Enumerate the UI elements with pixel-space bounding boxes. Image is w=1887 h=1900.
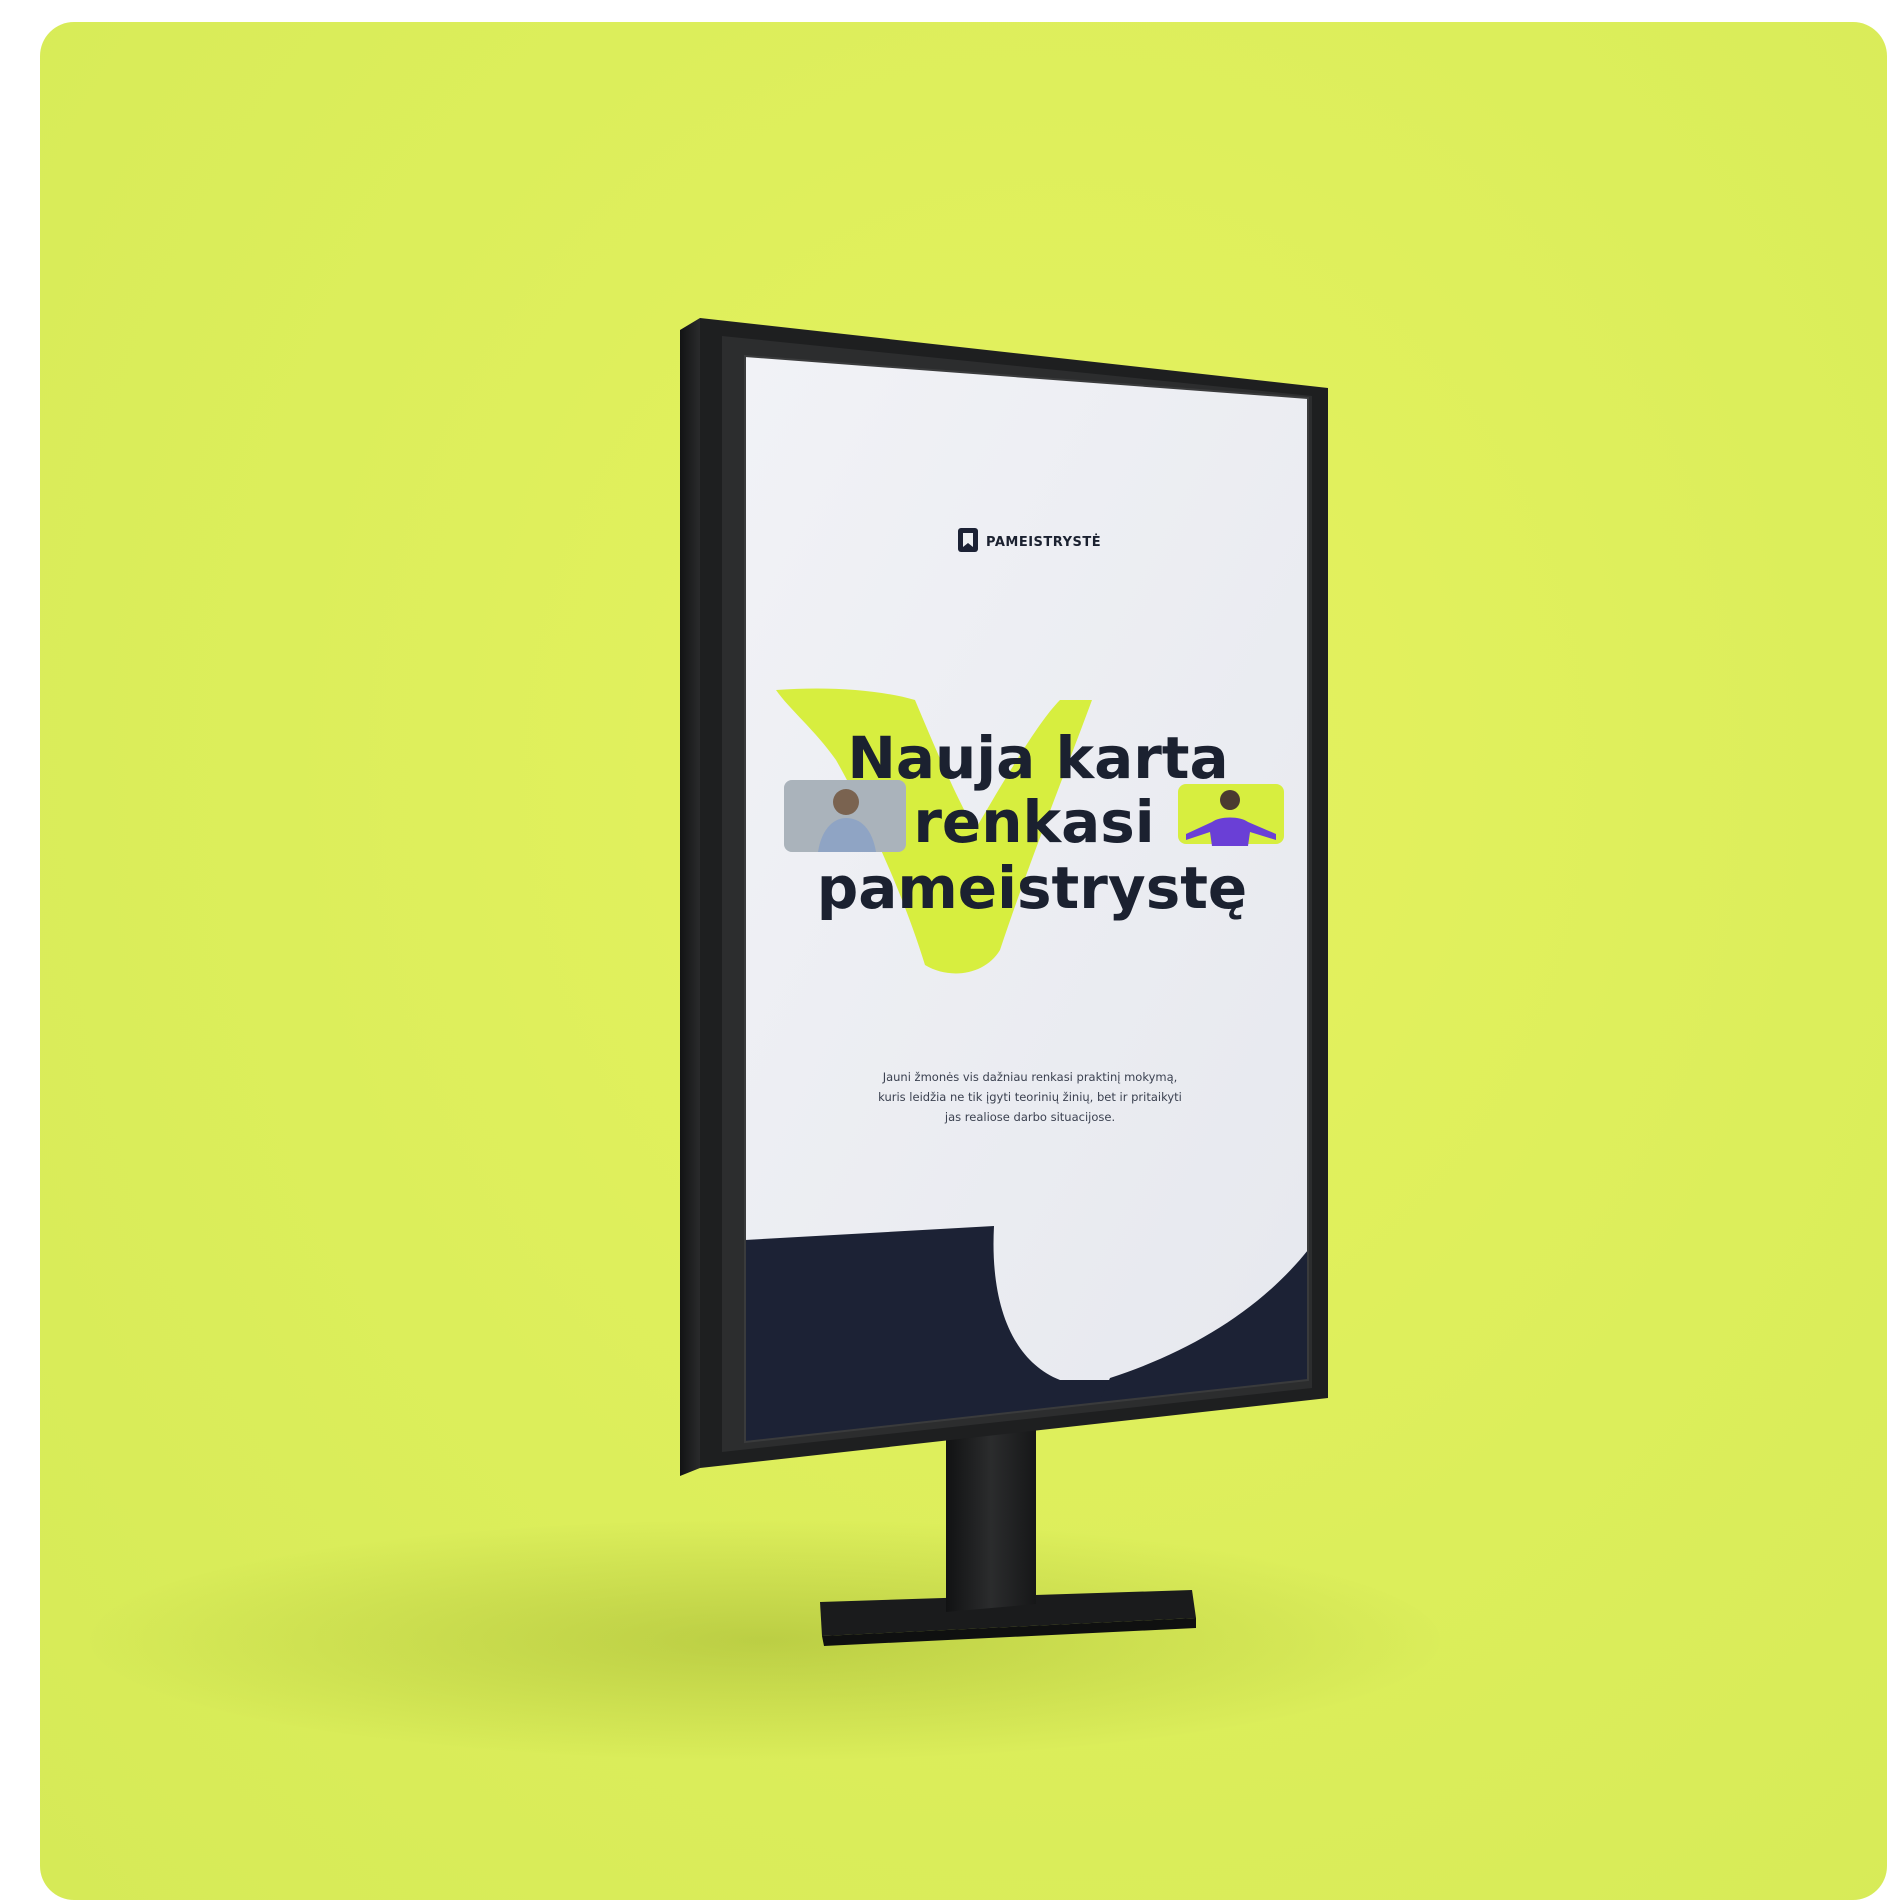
bookmark-logo-icon [958, 528, 978, 552]
brand-name: PAMEISTRYSTĖ [986, 534, 1101, 550]
body-line-3: jas realiose darbo situacijose. [944, 1110, 1115, 1124]
body-line-2: kuris leidžia ne tik įgyti teorinių žini… [878, 1090, 1182, 1104]
person-photo-right [1178, 784, 1284, 846]
person-photo-left [784, 780, 906, 852]
poster-stand-illustration: PAMEISTRYSTĖ Nauja karta renkasi pameist… [680, 318, 1328, 1646]
headline-line-3: pameistrystę [817, 854, 1248, 922]
stand-pole [946, 1422, 1036, 1612]
headline-line-2: renkasi [913, 788, 1154, 856]
scene: PAMEISTRYSTĖ Nauja karta renkasi pameist… [0, 0, 1887, 1900]
body-line-1: Jauni žmonės vis dažniau renkasi praktin… [882, 1070, 1178, 1084]
headline-line-1: Nauja karta [847, 724, 1228, 792]
